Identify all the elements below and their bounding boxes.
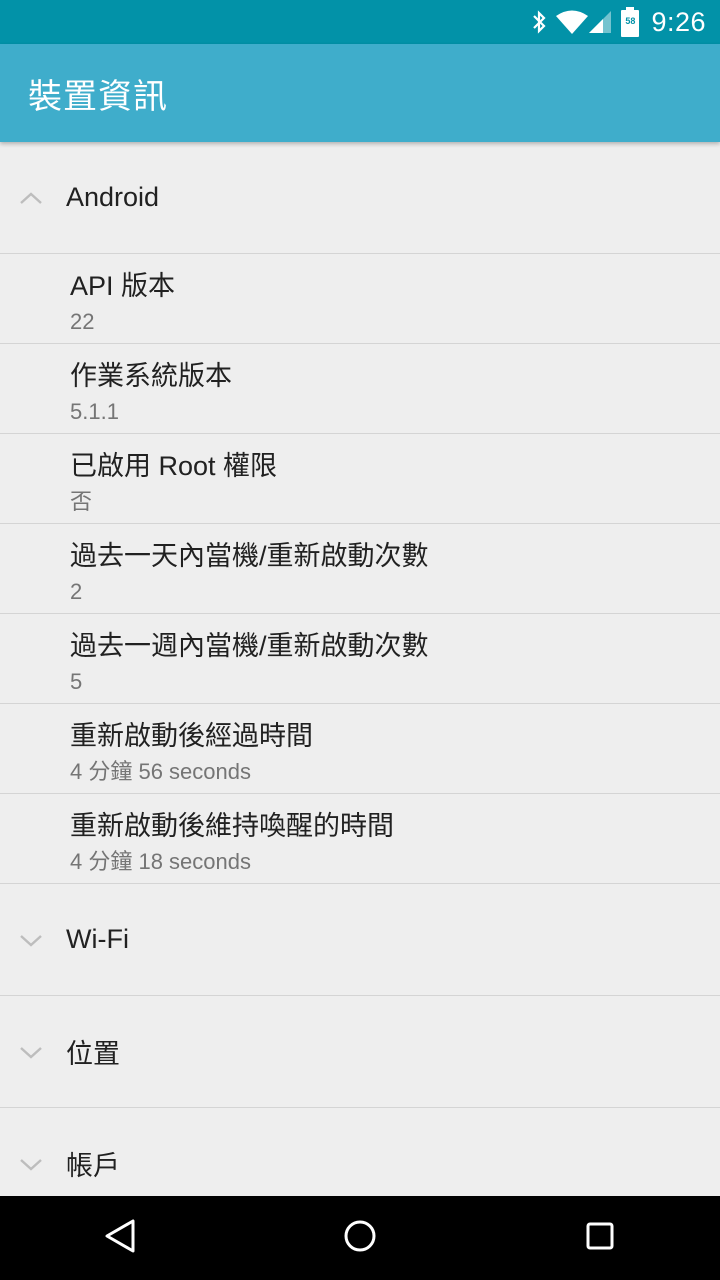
item-value: 2 <box>70 579 83 604</box>
cellular-signal-icon <box>589 9 613 35</box>
list-item-api-version[interactable]: API 版本 22 <box>0 254 720 344</box>
section-header-android[interactable]: Android <box>0 142 720 254</box>
home-icon <box>343 1219 377 1257</box>
recents-button[interactable] <box>500 1196 700 1280</box>
item-value: 否 <box>70 489 93 514</box>
section-label: 位置 <box>66 1039 120 1069</box>
navigation-bar <box>0 1196 720 1280</box>
item-value: 4 分鐘 56 seconds <box>70 759 251 784</box>
battery-icon: 58 <box>621 7 640 37</box>
list-item-awake-time[interactable]: 重新啟動後維持喚醒的時間 4 分鐘 18 seconds <box>0 794 720 884</box>
bluetooth-icon <box>531 9 547 35</box>
section-label: Android <box>66 182 160 212</box>
home-button[interactable] <box>260 1196 460 1280</box>
item-name: 重新啟動後經過時間 <box>70 721 313 751</box>
battery-level: 58 <box>625 16 636 26</box>
item-value: 5.1.1 <box>70 399 119 424</box>
recents-icon <box>585 1221 615 1255</box>
back-button[interactable] <box>20 1196 220 1280</box>
item-value: 22 <box>70 309 95 334</box>
item-name: API 版本 <box>70 271 176 301</box>
item-value: 4 分鐘 18 seconds <box>70 849 251 874</box>
list-item-crashes-week[interactable]: 過去一週內當機/重新啟動次數 5 <box>0 614 720 704</box>
chevron-down-icon <box>0 932 66 948</box>
item-name: 作業系統版本 <box>70 361 232 391</box>
status-bar: 58 9:26 <box>0 0 720 44</box>
clock: 9:26 <box>651 6 706 37</box>
list-item-crashes-day[interactable]: 過去一天內當機/重新啟動次數 2 <box>0 524 720 614</box>
section-header-accounts[interactable]: 帳戶 <box>0 1108 720 1196</box>
item-name: 過去一週內當機/重新啟動次數 <box>70 631 429 661</box>
app-bar: 裝置資訊 <box>0 44 720 142</box>
device-info-list[interactable]: Android API 版本 22 作業系統版本 5.1.1 已啟用 Root … <box>0 142 720 1196</box>
item-name: 過去一天內當機/重新啟動次數 <box>70 541 429 571</box>
section-label: 帳戶 <box>66 1151 120 1181</box>
section-header-location[interactable]: 位置 <box>0 996 720 1108</box>
page-title: 裝置資訊 <box>28 76 168 117</box>
wifi-icon <box>555 9 589 35</box>
section-label: Wi-Fi <box>66 924 129 954</box>
back-icon <box>103 1218 137 1258</box>
item-name: 已啟用 Root 權限 <box>70 451 278 481</box>
chevron-down-icon <box>0 1156 66 1172</box>
item-value: 5 <box>70 669 83 694</box>
item-name: 重新啟動後維持喚醒的時間 <box>70 811 394 841</box>
list-item-os-version[interactable]: 作業系統版本 5.1.1 <box>0 344 720 434</box>
section-header-wifi[interactable]: Wi-Fi <box>0 884 720 996</box>
chevron-down-icon <box>0 1044 66 1060</box>
list-item-root-enabled[interactable]: 已啟用 Root 權限 否 <box>0 434 720 524</box>
chevron-up-icon <box>0 190 66 206</box>
list-item-uptime[interactable]: 重新啟動後經過時間 4 分鐘 56 seconds <box>0 704 720 794</box>
